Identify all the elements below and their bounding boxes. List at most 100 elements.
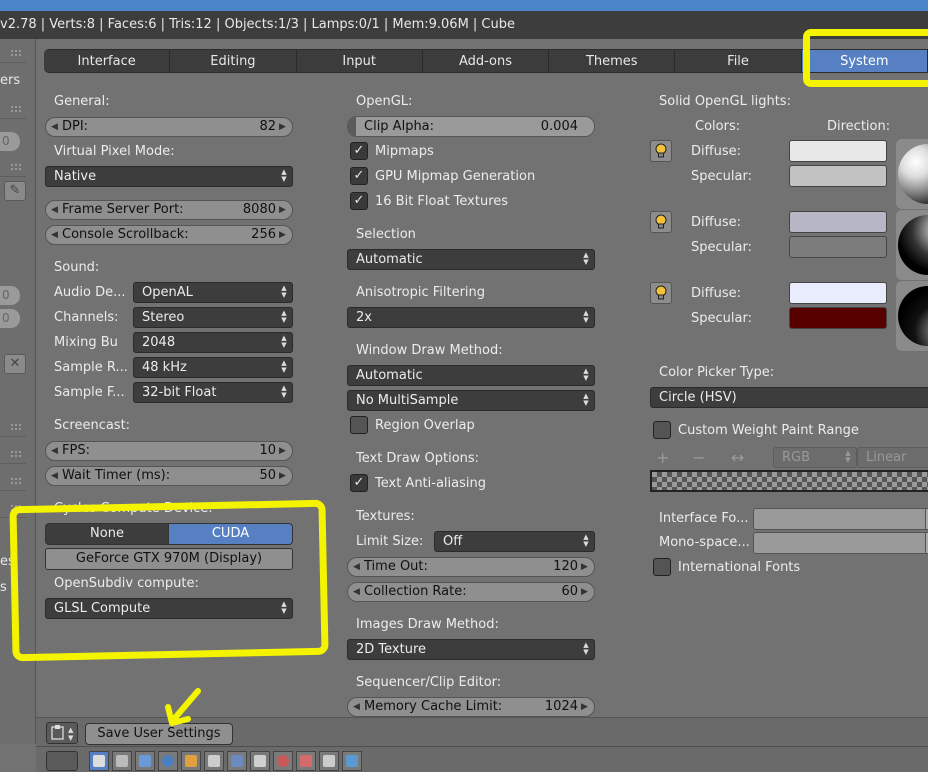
memory-cache-field[interactable]: ◀ Memory Cache Limit: 1024 ▶ [347,697,595,717]
decrement-arrow-icon[interactable]: ◀ [353,558,363,576]
texture-tab-icon[interactable] [296,751,316,771]
float-textures-checkbox[interactable]: ✓ [350,192,368,210]
gpu-mipmap-checkbox[interactable]: ✓ [350,167,368,185]
sidebar-grip-2[interactable] [0,99,26,119]
increment-arrow-icon[interactable]: ▶ [279,226,289,244]
light-2-specular-swatch[interactable] [789,236,887,258]
sidebar-grip-5[interactable] [0,444,26,464]
physics-tab-icon[interactable] [342,751,362,771]
sidebar-field-1[interactable]: 0 [0,132,20,151]
increment-arrow-icon[interactable]: ▶ [279,467,289,485]
light-2-diffuse-swatch[interactable] [789,211,887,233]
text-antialias-checkbox[interactable]: ✓ [350,474,368,492]
light-2-direction[interactable] [896,210,928,280]
mipmaps-checkbox[interactable]: ✓ [350,142,368,160]
sidebar-grip-6[interactable] [0,471,26,491]
international-fonts-checkbox[interactable] [653,558,671,576]
increment-arrow-icon[interactable]: ▶ [581,698,591,716]
modifiers-tab-icon[interactable] [227,751,247,771]
custom-weight-checkbox[interactable] [653,421,671,439]
images-draw-dropdown[interactable]: 2D Texture ▲ ▼ [347,639,595,660]
sample-rate-label: Sample R... [54,360,128,375]
light-1-diffuse-swatch[interactable] [789,140,887,162]
clip-alpha-slider[interactable]: Clip Alpha: 0.004 [347,116,595,137]
audio-device-dropdown[interactable]: OpenAL ▲ ▼ [133,282,293,303]
virtual-pixel-mode-dropdown[interactable]: Native ▲ ▼ [45,166,293,187]
close-icon[interactable]: ✕ [4,354,26,374]
selection-dropdown[interactable]: Automatic ▲ ▼ [347,249,595,270]
sidebar-field-3[interactable]: 0 [0,309,20,328]
tab-addons[interactable]: Add-ons [422,49,550,73]
window-draw-dropdown[interactable]: Automatic ▲ ▼ [347,365,595,386]
wait-timer-field[interactable]: ◀ Wait Timer (ms): 50 ▶ [45,466,293,486]
increment-arrow-icon[interactable]: ▶ [279,118,289,136]
console-scrollback-field[interactable]: ◀ Console Scrollback: 256 ▶ [45,225,293,245]
light-1-toggle[interactable] [650,140,672,162]
light-3-direction[interactable] [896,281,928,351]
scene-tab-icon[interactable] [135,751,155,771]
save-user-settings-button[interactable]: Save User Settings [85,723,233,745]
channels-dropdown[interactable]: Stereo ▲ ▼ [133,307,293,328]
material-tab-icon[interactable] [273,751,293,771]
sample-rate-dropdown[interactable]: 48 kHz ▲ ▼ [133,357,293,378]
frame-server-port-field[interactable]: ◀ Frame Server Port: 8080 ▶ [45,200,293,220]
interface-font-field[interactable] [753,508,928,530]
tab-themes[interactable]: Themes [549,49,676,73]
mixing-buffer-dropdown[interactable]: 2048 ▲ ▼ [133,332,293,353]
render-layers-tab-icon[interactable] [112,751,132,771]
light-3-diffuse-swatch[interactable] [789,282,887,304]
anisotropic-dropdown[interactable]: 2x ▲ ▼ [347,307,595,328]
decrement-arrow-icon[interactable]: ◀ [51,226,61,244]
remove-stop-icon[interactable]: − [692,448,705,467]
constraints-tab-icon[interactable] [204,751,224,771]
ramp-interpolation-dropdown[interactable]: Linear [857,447,928,468]
limit-size-dropdown[interactable]: Off ▲ ▼ [434,531,595,552]
sample-format-dropdown[interactable]: 32-bit Float ▲ ▼ [133,382,293,403]
flip-ramp-icon[interactable]: ↔ [731,448,744,467]
object-tab-icon[interactable] [181,751,201,771]
collection-rate-field[interactable]: ◀ Collection Rate: 60 ▶ [347,582,595,602]
light-2-toggle[interactable] [650,211,672,233]
ramp-color-mode-dropdown[interactable]: RGB ▲ ▼ [773,447,857,468]
particles-tab-icon[interactable] [319,751,339,771]
decrement-arrow-icon[interactable]: ◀ [51,118,61,136]
light-3-specular-swatch[interactable] [789,307,887,329]
sidebar-fragment-1: ers [0,73,21,88]
tab-editing[interactable]: Editing [170,49,297,73]
decrement-arrow-icon[interactable]: ◀ [353,698,363,716]
data-tab-icon[interactable] [250,751,270,771]
sidebar-field-2[interactable]: 0 [0,286,20,305]
weight-color-ramp[interactable] [650,470,928,492]
increment-arrow-icon[interactable]: ▶ [279,442,289,460]
decrement-arrow-icon[interactable]: ◀ [353,583,363,601]
sidebar-grip-4[interactable] [0,417,26,437]
tab-interface[interactable]: Interface [44,49,171,73]
add-stop-icon[interactable]: + [656,448,669,467]
increment-arrow-icon[interactable]: ▶ [279,201,289,219]
tab-input[interactable]: Input [296,49,423,73]
decrement-arrow-icon[interactable]: ◀ [51,201,61,219]
sidebar-grip-1[interactable] [0,43,26,63]
light-1-specular-swatch[interactable] [789,165,887,187]
light-3-toggle[interactable] [650,282,672,304]
tab-file[interactable]: File [675,49,802,73]
light-1-direction[interactable] [896,139,928,209]
increment-arrow-icon[interactable]: ▶ [581,583,591,601]
decrement-arrow-icon[interactable]: ◀ [51,467,61,485]
fps-field[interactable]: ◀ FPS: 10 ▶ [45,441,293,461]
color-picker-dropdown[interactable]: Circle (HSV) [650,387,928,408]
world-tab-icon[interactable] [158,751,178,771]
multisample-dropdown[interactable]: No MultiSample ▲ ▼ [347,390,595,411]
decrement-arrow-icon[interactable]: ◀ [51,442,61,460]
editor-type-menu[interactable]: ▲ ▼ [46,722,78,744]
properties-editor-menu[interactable] [46,751,78,771]
mono-font-field[interactable] [753,532,928,554]
region-overlap-checkbox[interactable] [350,416,368,434]
eyedropper-icon[interactable]: ✎ [4,181,26,201]
render-tab-icon[interactable] [89,751,109,771]
increment-arrow-icon[interactable]: ▶ [581,558,591,576]
sequencer-label: Sequencer/Clip Editor: [356,675,502,690]
dpi-field[interactable]: ◀ DPI: 82 ▶ [45,117,293,137]
time-out-field[interactable]: ◀ Time Out: 120 ▶ [347,557,595,577]
sidebar-grip-3[interactable] [0,157,26,177]
